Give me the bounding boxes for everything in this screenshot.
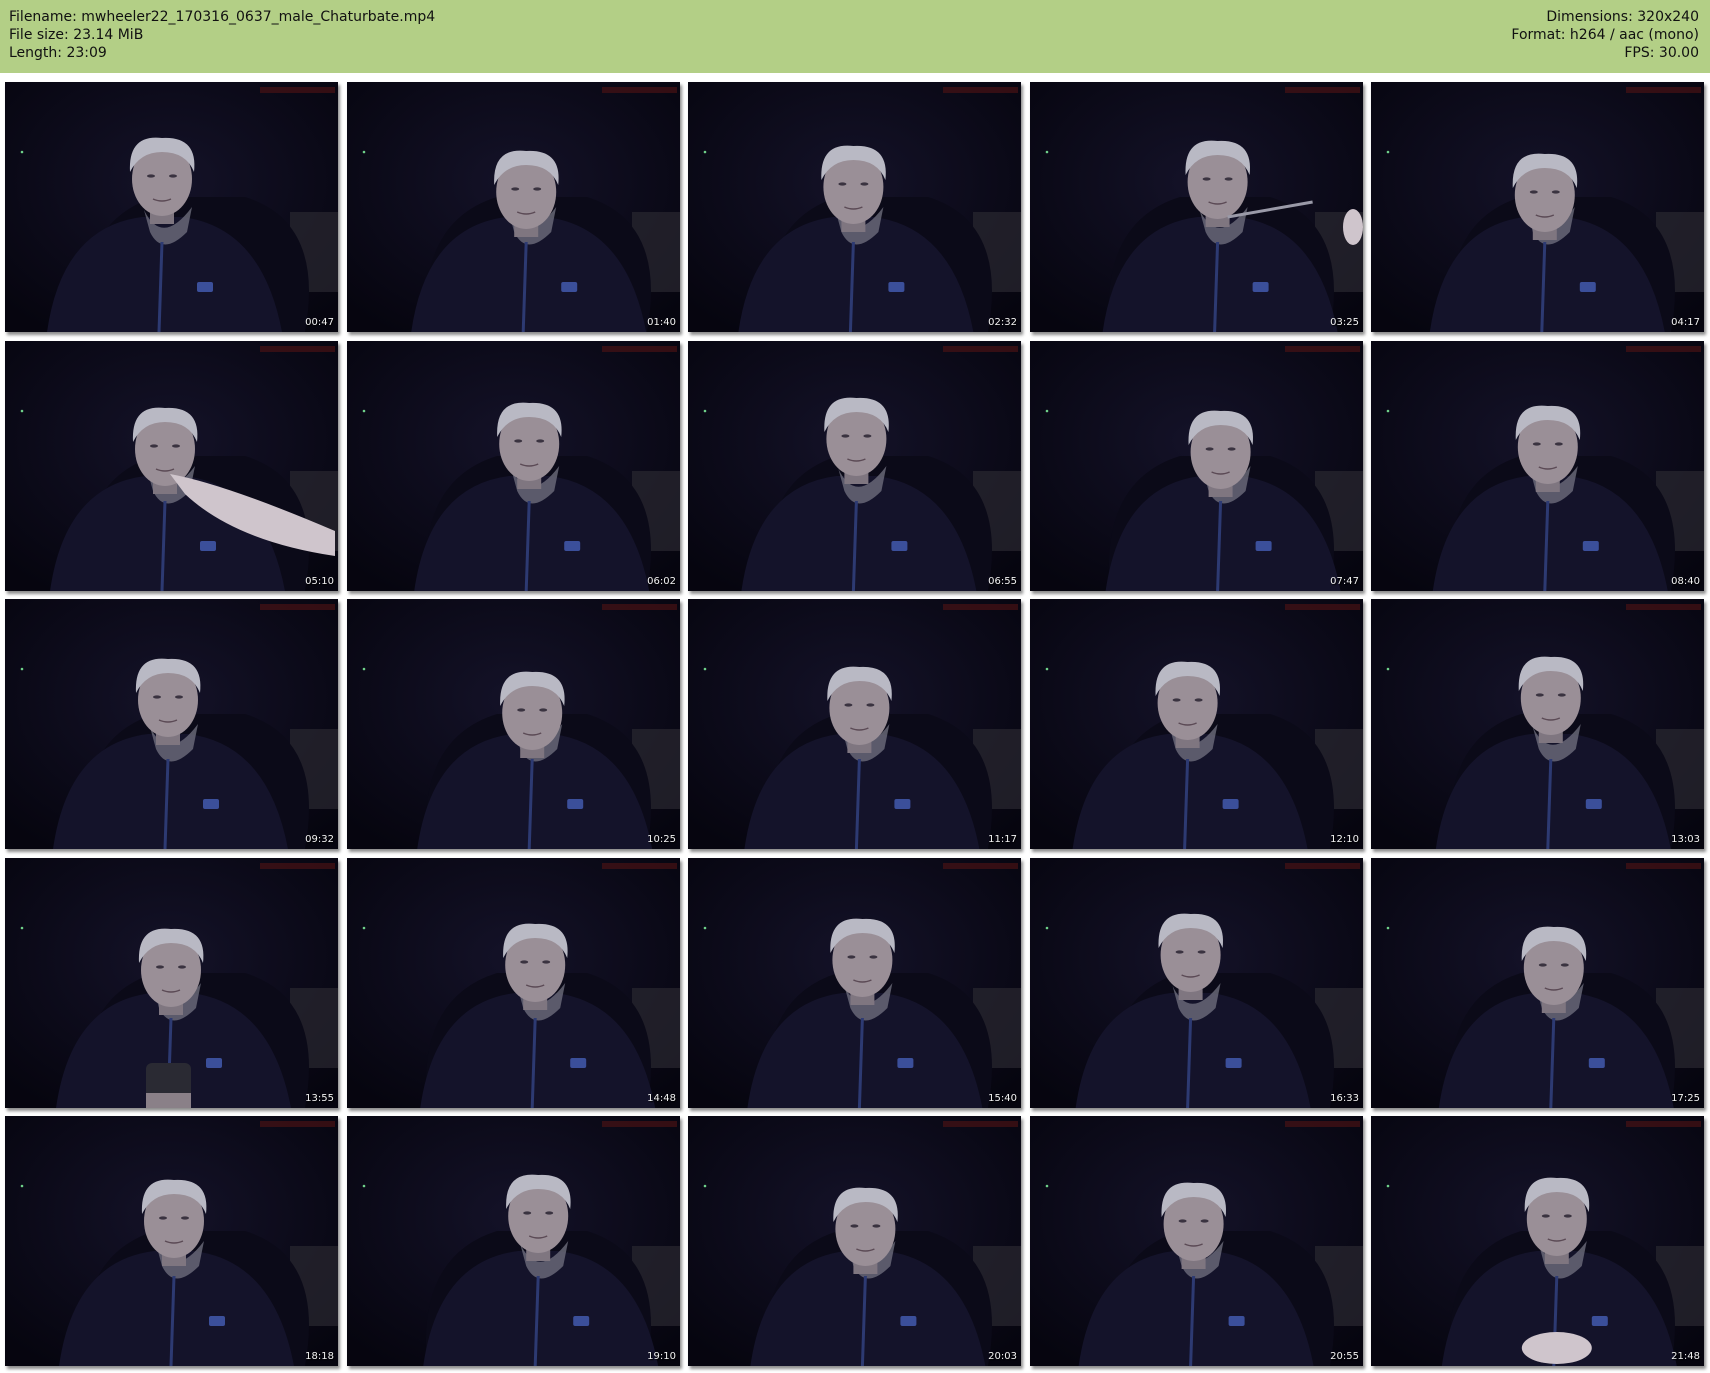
thumbnail-timestamp: 06:02 [647, 576, 676, 587]
video-frame [1371, 1116, 1704, 1366]
video-frame [1030, 82, 1363, 332]
video-frame [688, 82, 1021, 332]
thumbnail-timestamp: 20:03 [988, 1351, 1017, 1362]
video-thumbnail: 02:32 [688, 82, 1021, 332]
video-frame [688, 341, 1021, 591]
video-frame [5, 1116, 338, 1366]
thumbnail-timestamp: 04:17 [1671, 317, 1700, 328]
video-thumbnail: 18:18 [5, 1116, 338, 1366]
video-thumbnail: 19:10 [347, 1116, 680, 1366]
thumbnail-timestamp: 15:40 [988, 1093, 1017, 1104]
video-thumbnail: 10:25 [347, 599, 680, 849]
thumbnail-timestamp: 02:32 [988, 317, 1017, 328]
filename-label: Filename: mwheeler22_170316_0637_male_Ch… [9, 9, 436, 25]
video-thumbnail: 11:17 [688, 599, 1021, 849]
file-info-left: Filename: mwheeler22_170316_0637_male_Ch… [9, 8, 435, 62]
video-frame [5, 341, 338, 591]
filesize-label: File size: 23.14 MiB [9, 27, 144, 43]
thumbnail-timestamp: 09:32 [305, 834, 334, 845]
thumbnail-timestamp: 07:47 [1330, 576, 1359, 587]
video-frame [1030, 1116, 1363, 1366]
video-thumbnail: 13:55 [5, 858, 338, 1108]
video-thumbnail: 13:03 [1371, 599, 1704, 849]
video-thumbnail: 16:33 [1030, 858, 1363, 1108]
video-thumbnail: 20:03 [688, 1116, 1021, 1366]
thumbnail-timestamp: 18:18 [305, 1351, 334, 1362]
video-thumbnail: 21:48 [1371, 1116, 1704, 1366]
video-frame [688, 1116, 1021, 1366]
video-thumbnail: 09:32 [5, 599, 338, 849]
thumbnail-timestamp: 14:48 [647, 1093, 676, 1104]
video-thumbnail: 20:55 [1030, 1116, 1363, 1366]
video-frame [5, 599, 338, 849]
video-frame [347, 341, 680, 591]
video-frame [1030, 858, 1363, 1108]
video-thumbnail: 06:55 [688, 341, 1021, 591]
video-frame [1371, 82, 1704, 332]
thumbnail-timestamp: 06:55 [988, 576, 1017, 587]
video-frame [347, 599, 680, 849]
video-thumbnail: 04:17 [1371, 82, 1704, 332]
thumbnail-timestamp: 01:40 [647, 317, 676, 328]
thumbnail-timestamp: 10:25 [647, 834, 676, 845]
thumbnail-timestamp: 11:17 [988, 834, 1017, 845]
thumbnail-timestamp: 21:48 [1671, 1351, 1700, 1362]
video-frame [347, 1116, 680, 1366]
video-thumbnail: 17:25 [1371, 858, 1704, 1108]
video-frame [1371, 858, 1704, 1108]
file-info-header: Filename: mwheeler22_170316_0637_male_Ch… [0, 0, 1710, 73]
thumbnail-timestamp: 20:55 [1330, 1351, 1359, 1362]
video-frame [1371, 341, 1704, 591]
video-frame [5, 82, 338, 332]
video-frame [347, 858, 680, 1108]
video-frame [688, 858, 1021, 1108]
video-thumbnail: 00:47 [5, 82, 338, 332]
thumbnail-timestamp: 12:10 [1330, 834, 1359, 845]
video-thumbnail: 12:10 [1030, 599, 1363, 849]
thumbnail-timestamp: 13:03 [1671, 834, 1700, 845]
video-frame [1371, 599, 1704, 849]
video-frame [1030, 341, 1363, 591]
video-thumbnail: 08:40 [1371, 341, 1704, 591]
thumbnail-timestamp: 00:47 [305, 317, 334, 328]
dimensions-label: Dimensions: 320x240 [1546, 9, 1699, 25]
video-frame [347, 82, 680, 332]
format-label: Format: h264 / aac (mono) [1511, 27, 1699, 43]
video-thumbnail: 14:48 [347, 858, 680, 1108]
thumbnail-timestamp: 08:40 [1671, 576, 1700, 587]
video-thumbnail: 01:40 [347, 82, 680, 332]
video-frame [5, 858, 338, 1108]
thumbnail-timestamp: 16:33 [1330, 1093, 1359, 1104]
video-thumbnail: 03:25 [1030, 82, 1363, 332]
video-frame [1030, 599, 1363, 849]
video-frame [688, 599, 1021, 849]
thumbnail-timestamp: 03:25 [1330, 317, 1359, 328]
length-label: Length: 23:09 [9, 45, 107, 61]
file-info-right: Dimensions: 320x240 Format: h264 / aac (… [1511, 8, 1699, 62]
thumbnail-timestamp: 13:55 [305, 1093, 334, 1104]
thumbnail-timestamp: 17:25 [1671, 1093, 1700, 1104]
video-thumbnail: 07:47 [1030, 341, 1363, 591]
thumbnail-timestamp: 19:10 [647, 1351, 676, 1362]
video-thumbnail: 05:10 [5, 341, 338, 591]
video-thumbnail: 06:02 [347, 341, 680, 591]
thumbnail-grid: 00:47 01:40 02:32 03:25 04:17 05:10 06:02 06:55… [5, 82, 1705, 1368]
thumbnail-timestamp: 05:10 [305, 576, 334, 587]
video-thumbnail: 15:40 [688, 858, 1021, 1108]
fps-label: FPS: 30.00 [1624, 45, 1699, 61]
